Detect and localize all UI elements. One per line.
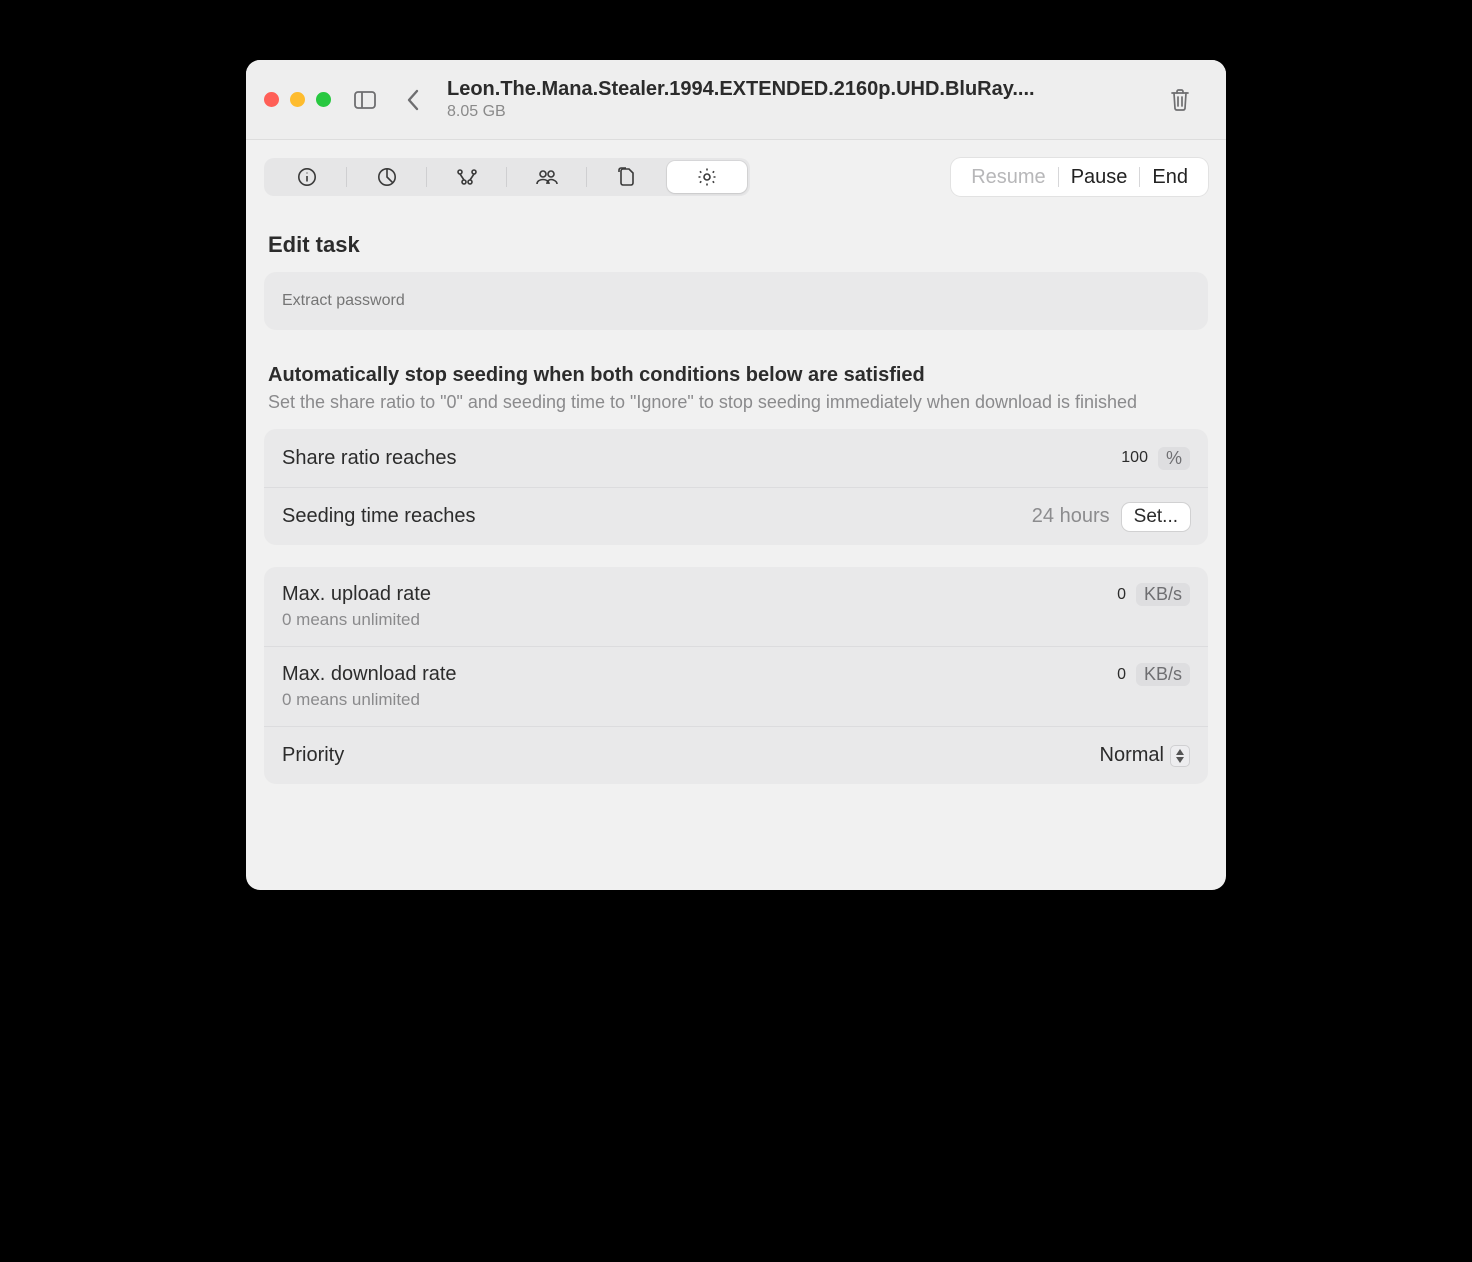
seeding-section-head: Automatically stop seeding when both con…	[268, 364, 1204, 415]
priority-stepper[interactable]	[1170, 745, 1190, 767]
window-title: Leon.The.Mana.Stealer.1994.EXTENDED.2160…	[447, 78, 1152, 101]
max-upload-input[interactable]	[919, 586, 1126, 604]
share-ratio-label: Share ratio reaches	[282, 447, 457, 470]
toolbar: Resume Pause End	[246, 140, 1226, 224]
seeding-card: Share ratio reaches % Seeding time reach…	[264, 429, 1208, 545]
extract-password-card	[264, 272, 1208, 330]
max-download-row: Max. download rate KB/s 0 means unlimite…	[264, 646, 1208, 726]
edit-task-heading: Edit task	[268, 232, 1204, 258]
kbs-unit: KB/s	[1136, 583, 1190, 606]
max-download-hint: 0 means unlimited	[282, 690, 420, 710]
max-download-label: Max. download rate	[282, 663, 457, 686]
content: Edit task Automatically stop seeding whe…	[246, 224, 1226, 890]
end-button[interactable]: End	[1140, 164, 1200, 191]
max-upload-hint: 0 means unlimited	[282, 610, 420, 630]
tab-settings[interactable]	[667, 161, 747, 193]
kbs-unit: KB/s	[1136, 663, 1190, 686]
titlebar: Leon.The.Mana.Stealer.1994.EXTENDED.2160…	[246, 60, 1226, 140]
max-upload-label: Max. upload rate	[282, 583, 431, 606]
share-ratio-input[interactable]	[941, 449, 1148, 467]
max-download-input[interactable]	[919, 666, 1126, 684]
close-window-button[interactable]	[264, 92, 279, 107]
tab-peers[interactable]	[507, 161, 587, 193]
title-block: Leon.The.Mana.Stealer.1994.EXTENDED.2160…	[447, 78, 1152, 121]
priority-row: Priority Normal	[264, 726, 1208, 784]
tab-stats[interactable]	[347, 161, 427, 193]
delete-button[interactable]	[1166, 86, 1194, 114]
seeding-time-set-button[interactable]: Set...	[1122, 503, 1190, 531]
back-button[interactable]	[399, 86, 427, 114]
resume-button[interactable]: Resume	[959, 164, 1057, 191]
priority-label: Priority	[282, 744, 344, 767]
action-segment: Resume Pause End	[951, 158, 1208, 196]
tab-bar	[264, 158, 750, 196]
max-upload-row: Max. upload rate KB/s 0 means unlimited	[264, 567, 1208, 646]
app-window: Leon.The.Mana.Stealer.1994.EXTENDED.2160…	[246, 60, 1226, 890]
minimize-window-button[interactable]	[290, 92, 305, 107]
zoom-window-button[interactable]	[316, 92, 331, 107]
tab-files[interactable]	[587, 161, 667, 193]
seeding-time-label: Seeding time reaches	[282, 505, 475, 528]
percent-unit: %	[1158, 447, 1190, 470]
pause-button[interactable]: Pause	[1059, 164, 1140, 191]
traffic-lights	[264, 92, 331, 107]
tab-tracker[interactable]	[427, 161, 507, 193]
share-ratio-row: Share ratio reaches %	[264, 429, 1208, 487]
seeding-subtext: Set the share ratio to "0" and seeding t…	[268, 390, 1148, 415]
seeding-time-row: Seeding time reaches 24 hours Set...	[264, 487, 1208, 545]
seeding-time-value: 24 hours	[1032, 505, 1110, 528]
sidebar-toggle-icon[interactable]	[351, 86, 379, 114]
priority-value: Normal	[1100, 744, 1164, 767]
extract-password-row[interactable]	[264, 272, 1208, 330]
seeding-heading: Automatically stop seeding when both con…	[268, 364, 1204, 387]
tab-info[interactable]	[267, 161, 347, 193]
rates-card: Max. upload rate KB/s 0 means unlimited …	[264, 567, 1208, 784]
extract-password-input[interactable]	[282, 292, 1190, 310]
window-subtitle: 8.05 GB	[447, 103, 1152, 121]
